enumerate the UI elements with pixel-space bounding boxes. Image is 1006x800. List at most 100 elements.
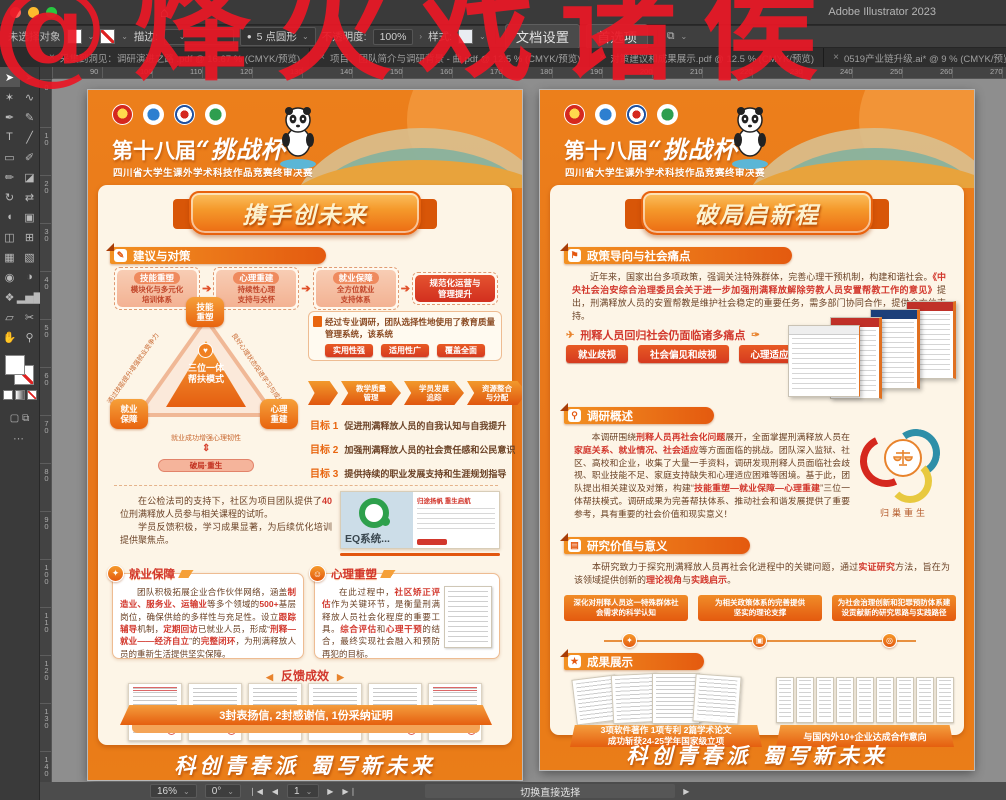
previous-artboard-button[interactable]: ◀: [272, 787, 279, 796]
vertical-ruler: 0102030405060708090100110120130140: [40, 79, 52, 782]
close-window-button[interactable]: [10, 7, 21, 18]
certificate-thumbnail: [876, 677, 894, 723]
zoom-tool[interactable]: ⚲: [20, 327, 40, 347]
rotation-dropdown[interactable]: 0°⌄: [205, 784, 241, 798]
logo-caption: 归巢重生: [858, 506, 950, 519]
opacity-field[interactable]: 100%: [373, 29, 414, 45]
triangle-top-badge: 技能 重塑: [186, 297, 224, 327]
close-icon[interactable]: ×: [49, 52, 55, 63]
pencil-tool[interactable]: ✏: [0, 167, 20, 187]
feedback-podium: 3封表扬信, 2封感谢信, 1份采纳证明: [120, 705, 492, 725]
zoom-level-dropdown[interactable]: 16%⌄: [150, 784, 197, 798]
ruler-origin[interactable]: [40, 67, 52, 79]
line-segment-tool[interactable]: ╱: [20, 127, 40, 147]
drawing-modes[interactable]: ▢⧉: [0, 413, 39, 424]
mesh-tool[interactable]: ▦: [0, 247, 20, 267]
document-tab[interactable]: × 项目、团队简介与调研背景 - 曲.pdf @ 12.5 % (CMYK/预览…: [310, 48, 590, 67]
column-graph-tool[interactable]: ▂▅▇: [20, 287, 40, 307]
magnifier-icon: ⚲: [568, 409, 581, 422]
webpage-thumbnail: [788, 325, 860, 397]
close-icon[interactable]: ×: [833, 52, 839, 63]
rotate-tool[interactable]: ↻: [0, 187, 20, 207]
direct-selection-tool[interactable]: ➢: [20, 67, 40, 87]
hand-tool[interactable]: ✋: [0, 327, 20, 347]
certificate-thumbnail: [796, 677, 814, 723]
organizer-logos: [564, 104, 678, 125]
document-setup-button[interactable]: 文档设置: [505, 24, 580, 49]
chevron-down-icon[interactable]: ⌄: [121, 32, 128, 41]
eyedropper-tool[interactable]: ◉: [0, 267, 20, 287]
psychology-icon: ☺: [309, 565, 326, 582]
chevron-down-icon[interactable]: ⌄: [88, 32, 95, 41]
opacity-value: 100%: [380, 31, 407, 43]
free-transform-tool[interactable]: ▣: [20, 207, 40, 227]
gradient-tool[interactable]: ▧: [20, 247, 40, 267]
home-icon[interactable]: ⌂: [160, 4, 168, 20]
document-tab[interactable]: × 对策建议和成果展示.pdf @ 12.5 % (CMYK/预览): [590, 48, 824, 67]
slice-tool[interactable]: ✂: [20, 307, 40, 327]
poster-header: 第十八届“挑战杯” 四川省大学生课外学术科技作品竞赛终审决赛: [88, 90, 522, 188]
value-boxes: 深化对刑释人员这一特殊群体社 会需求的科学认知为相关政策体系的完善提供 坚实的理…: [564, 595, 956, 621]
chevron-down-icon[interactable]: ⌄: [681, 32, 688, 41]
selection-tool[interactable]: ➤: [0, 67, 20, 87]
document-tab[interactable]: × 0519产业链升级.ai* @ 9 % (CMYK/预览): [824, 48, 1006, 67]
decoration-icon: ✈: [566, 330, 574, 341]
titlebar: ⌂ Adobe Illustrator 2023: [0, 0, 1006, 25]
blend-tool[interactable]: ◑: [20, 267, 40, 287]
fill-color-swatch[interactable]: [67, 29, 82, 44]
maximize-window-button[interactable]: [46, 7, 57, 18]
edit-toolbar-icon[interactable]: ⋯: [0, 432, 39, 445]
artboard-right-poster[interactable]: 第十八届“挑战杯” 四川省大学生课外学术科技作品竞赛终审决赛 破局启新程 ⚑ 政…: [540, 90, 974, 770]
accent-underline: [340, 553, 500, 556]
status-options-arrow[interactable]: ▶: [683, 787, 690, 796]
federation-logo: [174, 104, 195, 125]
preferences-button[interactable]: 首选项: [586, 24, 648, 49]
pen-tool[interactable]: ✒: [0, 107, 20, 127]
close-icon[interactable]: ×: [599, 52, 605, 63]
rectangle-tool[interactable]: ▭: [0, 147, 20, 167]
stroke-color-swatch[interactable]: [100, 29, 115, 44]
canvas[interactable]: 第十八届“挑战杯” 四川省大学生课外学术科技作品竞赛终审决赛 携手创未来 ✎ 建…: [52, 79, 1006, 782]
lasso-tool[interactable]: ∿: [20, 87, 40, 107]
justice-scale-icon: [884, 439, 922, 477]
style-swatch[interactable]: [458, 29, 473, 44]
minimize-window-button[interactable]: [28, 7, 39, 18]
first-artboard-button[interactable]: ❘◀: [249, 787, 264, 796]
paintbrush-tool[interactable]: ✐: [20, 147, 40, 167]
employment-box: ✦就业保障 团队积极拓展企业合作伙伴网络，涵盖制造业、服务业、运输业等多个领域的…: [112, 573, 304, 659]
perspective-grid-tool[interactable]: ⊞: [20, 227, 40, 247]
stroke-label: 描边:: [134, 29, 158, 44]
shape-builder-tool[interactable]: ◫: [0, 227, 20, 247]
color-button[interactable]: [3, 390, 13, 400]
last-artboard-button[interactable]: ▶❘: [342, 787, 357, 796]
magic-wand-tool[interactable]: ✶: [0, 87, 20, 107]
society-logo: [205, 104, 226, 125]
chevron-down-icon[interactable]: ⌄: [479, 32, 486, 41]
fill-stroke-control[interactable]: [0, 353, 39, 407]
document-tab[interactable]: × 采集到洞见：调研演进之路 .pdf @ 16.67 % (CMYK/预览): [40, 48, 310, 67]
triangle-center-label: 三位一体帮扶模式: [176, 363, 236, 386]
fill-swatch[interactable]: [5, 355, 25, 375]
arrange-icon[interactable]: ⧉: [667, 30, 675, 43]
results-certificates-right: [776, 677, 954, 723]
next-artboard-button[interactable]: ▶: [327, 787, 334, 796]
close-icon[interactable]: ×: [319, 52, 325, 63]
triangle-bottomleft-badge: 就业 保障: [110, 399, 148, 429]
brush-definition-dropdown[interactable]: ●5 点圆形⌄: [240, 27, 316, 46]
artboard-number-dropdown[interactable]: 1⌄: [287, 784, 319, 798]
chevron-right-icon[interactable]: ›: [419, 32, 422, 41]
scale-tool[interactable]: ⇄: [20, 187, 40, 207]
painpoint-pills: 就业歧视 社会偏见和歧视 心理适应挑战: [566, 345, 820, 363]
curvature-tool[interactable]: ✎: [20, 107, 40, 127]
eraser-tool[interactable]: ◪: [20, 167, 40, 187]
width-tool[interactable]: ◖: [0, 207, 20, 227]
none-button[interactable]: [27, 390, 37, 400]
banner-ribbon: 携手创未来: [189, 191, 421, 235]
type-tool[interactable]: T: [0, 127, 20, 147]
flow-box-psych: 心理重建持续性心理 支持与关怀: [213, 267, 299, 310]
stroke-weight-field[interactable]: ⌄: [164, 29, 234, 45]
flag-icon: ⚑: [568, 249, 581, 262]
gradient-button[interactable]: [15, 390, 25, 400]
artboard-tool[interactable]: ▱: [0, 307, 20, 327]
artboard-left-poster[interactable]: 第十八届“挑战杯” 四川省大学生课外学术科技作品竞赛终审决赛 携手创未来 ✎ 建…: [88, 90, 522, 780]
